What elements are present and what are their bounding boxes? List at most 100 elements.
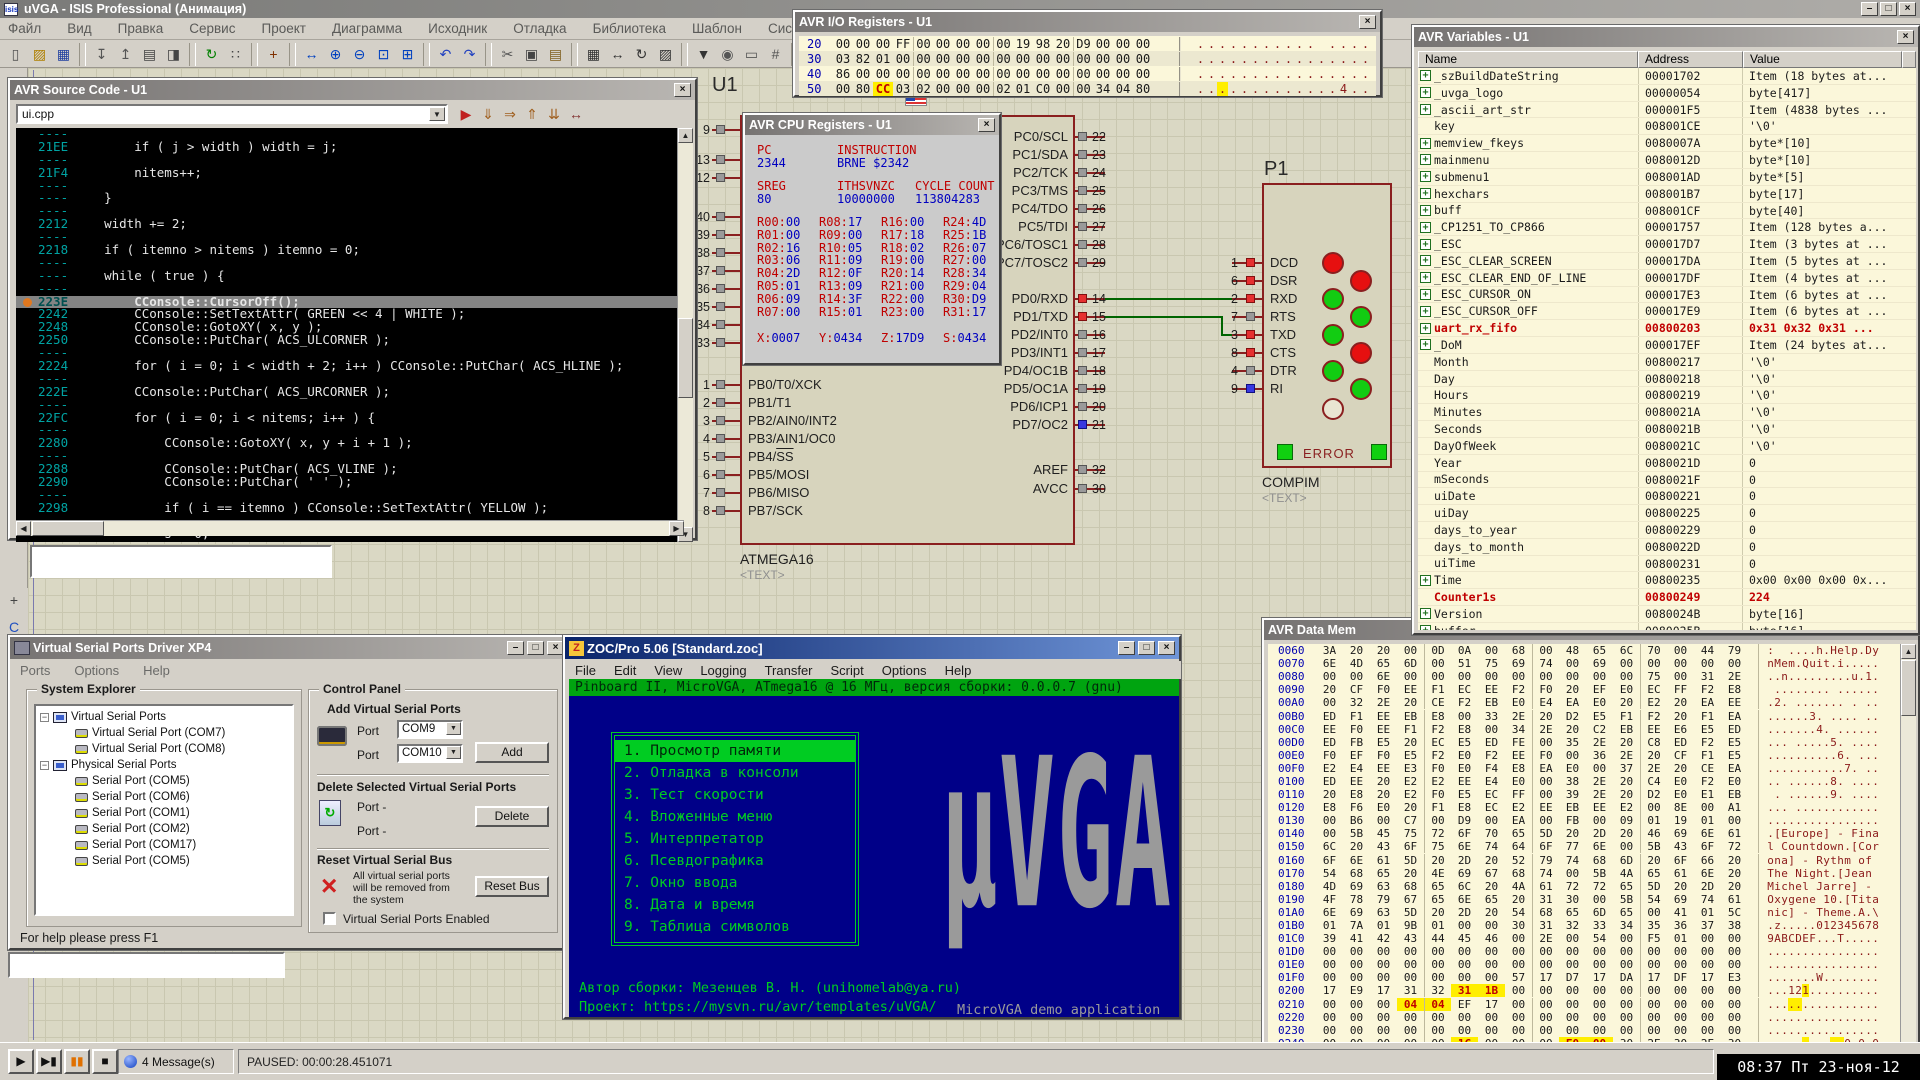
expander-icon[interactable]: + (1420, 222, 1431, 233)
step-button[interactable]: ▶▮ (36, 1049, 62, 1074)
delete-button[interactable]: Delete (475, 806, 549, 827)
toggle-breakpoint-icon[interactable]: ↔ (566, 104, 586, 124)
run-to-cursor-icon[interactable]: ⇊ (544, 104, 564, 124)
block-move-icon[interactable]: ↔ (606, 43, 629, 66)
block-delete-icon[interactable]: ▨ (654, 43, 677, 66)
pan-icon[interactable]: ↔ (300, 43, 323, 66)
add-port1-combo[interactable]: COM9▼ (397, 720, 463, 739)
variable-row[interactable]: Year0080021D0 (1418, 455, 1916, 472)
tree-item[interactable]: Serial Port (COM6) (40, 789, 292, 805)
horizontal-scrollbar[interactable]: ◀ ▶ (16, 520, 684, 536)
maximize-button[interactable]: □ (1138, 641, 1155, 655)
expander-icon[interactable]: + (1420, 138, 1431, 149)
variable-row[interactable]: +mainmenu0080012Dbyte*[10] (1418, 152, 1916, 169)
make-device-icon[interactable]: ◉ (716, 43, 739, 66)
block-rotate-icon[interactable]: ↻ (630, 43, 653, 66)
expander-icon[interactable]: + (1420, 255, 1431, 266)
variable-row[interactable]: +_ESC_CLEAR_SCREEN000017DAItem (5 bytes … (1418, 253, 1916, 270)
maximize-button[interactable]: □ (1880, 2, 1897, 16)
zoc-menu-Edit[interactable]: Edit (614, 663, 636, 678)
variable-row[interactable]: +Time008002350x00 0x00 0x00 0x... (1418, 572, 1916, 589)
menu-Шаблон[interactable]: Шаблон (692, 21, 742, 36)
close-icon[interactable]: × (674, 83, 691, 97)
expander-icon[interactable]: + (1420, 87, 1431, 98)
close-icon[interactable]: × (1359, 15, 1376, 29)
vspd-menu-Help[interactable]: Help (143, 663, 170, 678)
expander-icon[interactable]: + (1420, 205, 1431, 216)
tree-item[interactable]: Serial Port (COM1) (40, 805, 292, 821)
redo-icon[interactable]: ↷ (458, 43, 481, 66)
menu-Вид[interactable]: Вид (67, 21, 91, 36)
expander-icon[interactable]: + (1420, 339, 1431, 350)
expander-icon[interactable]: + (1420, 272, 1431, 283)
variable-row[interactable]: +_DoM000017EFItem (24 bytes at... (1418, 337, 1916, 354)
reset-bus-button[interactable]: Reset Bus (475, 876, 549, 897)
variable-row[interactable]: uiTime008002310 (1418, 556, 1916, 573)
tree-item[interactable]: −Physical Serial Ports (40, 757, 292, 773)
expander-icon[interactable]: + (1420, 625, 1431, 630)
tree-item[interactable]: Serial Port (COM5) (40, 773, 292, 789)
menu-Диаграмма[interactable]: Диаграмма (332, 21, 402, 36)
serial-ports-tree[interactable]: −Virtual Serial Ports Virtual Serial Port… (34, 704, 294, 916)
close-icon[interactable]: × (1897, 30, 1914, 44)
variable-row[interactable]: Day00800218'\0' (1418, 371, 1916, 388)
menu-Файл[interactable]: Файл (8, 21, 41, 36)
variable-row[interactable]: +_ascii_art_str000001F5Item (4838 bytes … (1418, 102, 1916, 119)
source-file-combo[interactable]: ui.cpp▼ (16, 104, 448, 124)
new-file-icon[interactable]: ▯ (4, 43, 27, 66)
tree-item[interactable]: −Virtual Serial Ports (40, 709, 292, 725)
expander-icon[interactable]: + (1420, 104, 1431, 115)
print-icon[interactable]: ▤ (138, 43, 161, 66)
minimize-button[interactable]: – (1861, 2, 1878, 16)
zoom-all-icon[interactable]: ⊞ (396, 43, 419, 66)
block-copy-icon[interactable]: ▦ (582, 43, 605, 66)
minimize-button[interactable]: – (1118, 641, 1135, 655)
tree-item[interactable]: Serial Port (COM2) (40, 821, 292, 837)
variable-row[interactable]: +_ESC000017D7Item (3 bytes at ... (1418, 236, 1916, 253)
tree-expander-icon[interactable]: − (40, 713, 49, 722)
zoc-menu-Logging[interactable]: Logging (700, 663, 746, 678)
tree-item[interactable]: Serial Port (COM17) (40, 837, 292, 853)
vspd-menu-Ports[interactable]: Ports (20, 663, 50, 678)
variable-row[interactable]: DayOfWeek0080021C'\0' (1418, 438, 1916, 455)
mark-area-icon[interactable]: ◨ (162, 43, 185, 66)
close-button[interactable]: × (1158, 641, 1175, 655)
expander-icon[interactable]: + (1420, 154, 1431, 165)
zoom-out-icon[interactable]: ⊖ (348, 43, 371, 66)
play-button[interactable]: ▶ (8, 1049, 34, 1074)
rotate-icon[interactable]: + (2, 588, 26, 612)
expander-icon[interactable]: + (1420, 188, 1431, 199)
zoc-menu-Help[interactable]: Help (945, 663, 972, 678)
variable-row[interactable]: Seconds0080021B'\0' (1418, 421, 1916, 438)
zoc-menu-File[interactable]: File (575, 663, 596, 678)
tree-item[interactable]: Virtual Serial Port (COM8) (40, 741, 292, 757)
chevron-down-icon[interactable]: ▼ (446, 722, 461, 735)
variable-row[interactable]: mSeconds0080021F0 (1418, 472, 1916, 489)
expander-icon[interactable]: + (1420, 70, 1431, 81)
undo-icon[interactable]: ↶ (434, 43, 457, 66)
export-icon[interactable]: ↥ (114, 43, 137, 66)
tree-item[interactable]: Serial Port (COM5) (40, 853, 292, 869)
variable-row[interactable]: uiDay008002250 (1418, 505, 1916, 522)
zoom-in-icon[interactable]: ⊕ (324, 43, 347, 66)
variable-row[interactable]: key008001CE'\0' (1418, 118, 1916, 135)
variable-row[interactable]: +memview_fkeys0080007Abyte*[10] (1418, 135, 1916, 152)
vspd-menu-Options[interactable]: Options (74, 663, 119, 678)
expander-icon[interactable]: + (1420, 239, 1431, 250)
close-button[interactable]: × (547, 641, 564, 655)
variable-row[interactable]: +_ESC_CLEAR_END_OF_LINE000017DFItem (4 b… (1418, 270, 1916, 287)
close-button[interactable]: × (1899, 2, 1916, 16)
vertical-scrollbar[interactable]: ▲ ▼ (677, 128, 693, 542)
origin-icon[interactable]: + (262, 43, 285, 66)
variable-row[interactable]: +_ESC_CURSOR_OFF000017E9Item (6 bytes at… (1418, 303, 1916, 320)
step-over-icon[interactable]: ⇓ (478, 104, 498, 124)
pause-button[interactable]: ▮▮ (64, 1049, 90, 1074)
tree-expander-icon[interactable]: − (40, 761, 49, 770)
import-icon[interactable]: ↧ (90, 43, 113, 66)
zoc-menu-Script[interactable]: Script (831, 663, 864, 678)
variable-row[interactable]: +_CP1251_TO_CP86600001757Item (128 bytes… (1418, 219, 1916, 236)
object-selector[interactable] (30, 545, 332, 578)
run-icon[interactable]: ▶ (456, 104, 476, 124)
scroll-right-icon[interactable]: ▶ (669, 521, 684, 536)
variable-row[interactable]: +buffer0080025Bbyte[16] (1418, 623, 1916, 630)
